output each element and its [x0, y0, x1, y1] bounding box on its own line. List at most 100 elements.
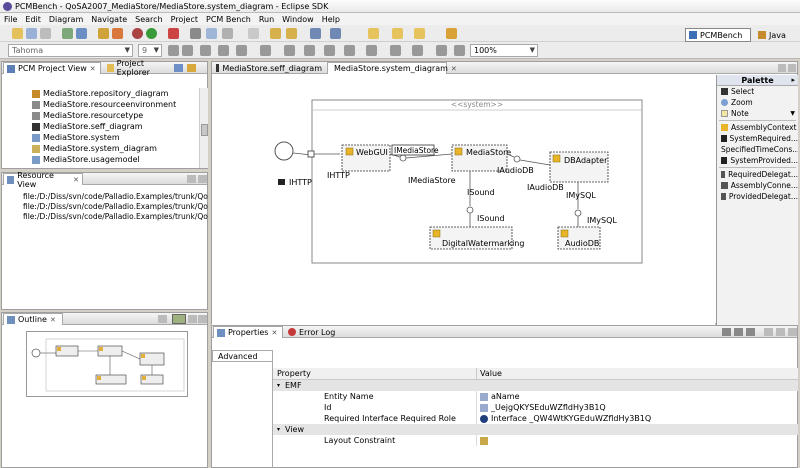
folder-icon[interactable] [368, 28, 379, 39]
folder-open-icon[interactable] [392, 28, 403, 39]
arrange-all-icon[interactable] [344, 45, 355, 56]
list-item[interactable]: file:/D:/Diss/svn/code/Palladio.Examples… [2, 211, 208, 221]
view-menu-icon[interactable] [764, 328, 773, 336]
save-icon[interactable] [26, 28, 37, 39]
diagram-canvas[interactable]: <<system>> IHTTP IHTTP WebGUI IMediaStor… [212, 75, 715, 325]
distribute-icon[interactable] [222, 28, 233, 39]
palette-tool-select[interactable]: Select [717, 86, 798, 97]
align-icon[interactable] [190, 28, 201, 39]
build-icon[interactable] [76, 28, 87, 39]
list-item[interactable]: MediaStore.seff_diagram [2, 121, 198, 132]
list-item[interactable]: file:/D:/Diss/svn/code/Palladio.Examples… [2, 191, 208, 201]
close-icon[interactable]: ✕ [50, 316, 56, 324]
palette-header[interactable]: Palette ▸ [717, 75, 798, 86]
arrow-style-icon[interactable] [284, 45, 295, 56]
table-row[interactable]: Id _UejgQKYSEduWZfldHy3B1Q [273, 402, 798, 413]
maximize-icon[interactable] [198, 315, 207, 323]
table-row[interactable]: Entity Name aName [273, 391, 798, 402]
show-advanced-icon[interactable] [734, 328, 743, 336]
close-icon[interactable]: ✕ [271, 329, 277, 337]
route-icon[interactable] [412, 45, 423, 56]
menu-pcm-bench[interactable]: PCM Bench [202, 15, 255, 24]
new-project-icon[interactable] [98, 28, 109, 39]
delegation-port[interactable] [307, 150, 315, 158]
system-provided-role[interactable] [274, 141, 294, 161]
menu-edit[interactable]: Edit [21, 15, 45, 24]
back-icon[interactable] [310, 28, 321, 39]
tab-properties[interactable]: Properties ✕ [213, 326, 283, 338]
list-item[interactable]: file:/D:/Diss/svn/code/Palladio.Examples… [2, 201, 208, 211]
view-icon[interactable] [454, 45, 465, 56]
font-size-combo[interactable]: 9 ▼ [138, 44, 162, 57]
column-header-value[interactable]: Value [480, 369, 502, 378]
menu-file[interactable]: File [0, 15, 21, 24]
close-icon[interactable]: ✕ [73, 176, 79, 184]
line-color-icon[interactable] [236, 45, 247, 56]
tab-outline[interactable]: Outline ✕ [3, 313, 63, 325]
menu-project[interactable]: Project [167, 15, 202, 24]
menu-window[interactable]: Window [278, 15, 318, 24]
menu-search[interactable]: Search [131, 15, 166, 24]
debug-icon[interactable] [132, 28, 143, 39]
package-icon[interactable] [112, 28, 123, 39]
list-item[interactable]: MediaStore.usagemodel [2, 154, 198, 165]
table-row[interactable]: ▾ EMF [273, 380, 798, 391]
print-icon[interactable] [40, 28, 51, 39]
new-icon[interactable] [12, 28, 23, 39]
tab-seff-diagram[interactable]: MediaStore.seff_diagram [213, 62, 325, 74]
link-editor-icon[interactable] [187, 64, 196, 72]
scrollbar-thumb[interactable] [201, 124, 208, 136]
palette-tool-assembly-connector[interactable]: AssemblyConne... [717, 180, 798, 191]
restore-default-icon[interactable] [746, 328, 755, 336]
list-item[interactable]: MediaStore.system [2, 132, 198, 143]
menu-run[interactable]: Run [255, 15, 278, 24]
pin-icon[interactable] [446, 28, 457, 39]
arrange-icon[interactable] [248, 28, 259, 39]
maximize-icon[interactable] [198, 175, 207, 183]
diagram-overview-thumbnail[interactable] [26, 331, 188, 397]
forward-icon[interactable] [330, 28, 341, 39]
fill-color-icon[interactable] [218, 45, 229, 56]
tab-pcm-project-view[interactable]: PCM Project View ✕ [3, 62, 101, 74]
perspective-pcmbench[interactable]: PCMBench [685, 28, 751, 42]
zoom-combo[interactable]: 100% ▼ [470, 44, 538, 57]
font-color-icon[interactable] [200, 45, 211, 56]
chevron-right-icon[interactable]: ▸ [791, 76, 795, 84]
line-style-icon[interactable] [260, 45, 271, 56]
outline-tree-icon[interactable] [158, 315, 167, 323]
palette-tool-zoom[interactable]: Zoom [717, 97, 798, 108]
chevron-down-icon[interactable]: ▼ [790, 110, 795, 117]
align-left-icon[interactable] [324, 45, 335, 56]
project-tree-scrollbar[interactable] [199, 88, 208, 168]
column-divider[interactable] [476, 368, 477, 380]
list-item[interactable]: MediaStore.resourcetype [2, 110, 198, 121]
palette-tool-system-provided[interactable]: SystemProvided... [717, 155, 798, 166]
next-annotation-icon[interactable] [270, 28, 281, 39]
tab-system-diagram[interactable]: MediaStore.system_diagram ✕ [327, 62, 457, 74]
list-item[interactable]: MediaStore.resourceenvironment [2, 99, 198, 110]
menu-help[interactable]: Help [318, 15, 344, 24]
palette-tool-specified-time-constraint[interactable]: SpecifiedTimeCons... [717, 144, 798, 155]
close-icon[interactable]: ✕ [451, 65, 457, 73]
package-explorer-icon[interactable] [414, 28, 425, 39]
minimize-icon[interactable] [188, 315, 197, 323]
auto-size-icon[interactable] [366, 45, 377, 56]
open-type-icon[interactable] [62, 28, 73, 39]
external-tools-icon[interactable] [168, 28, 179, 39]
tab-project-explorer[interactable]: Project Explorer [104, 59, 172, 77]
tab-error-log[interactable]: Error Log [285, 326, 343, 338]
expand-icon[interactable]: ▾ [277, 382, 280, 389]
expand-icon[interactable]: ▾ [277, 426, 280, 433]
perspective-java[interactable]: Java [755, 28, 795, 42]
menu-diagram[interactable]: Diagram [45, 15, 87, 24]
table-row[interactable]: ▾ View [273, 424, 798, 435]
table-row[interactable]: Layout Constraint [273, 435, 798, 446]
previous-annotation-icon[interactable] [286, 28, 297, 39]
filter-icon[interactable] [436, 45, 447, 56]
run-icon[interactable] [146, 28, 157, 39]
italic-icon[interactable] [182, 45, 193, 56]
select-all-icon[interactable] [304, 45, 315, 56]
menu-navigate[interactable]: Navigate [87, 15, 131, 24]
close-icon[interactable]: ✕ [90, 65, 96, 73]
palette-tool-note[interactable]: Note ▼ [717, 108, 798, 119]
